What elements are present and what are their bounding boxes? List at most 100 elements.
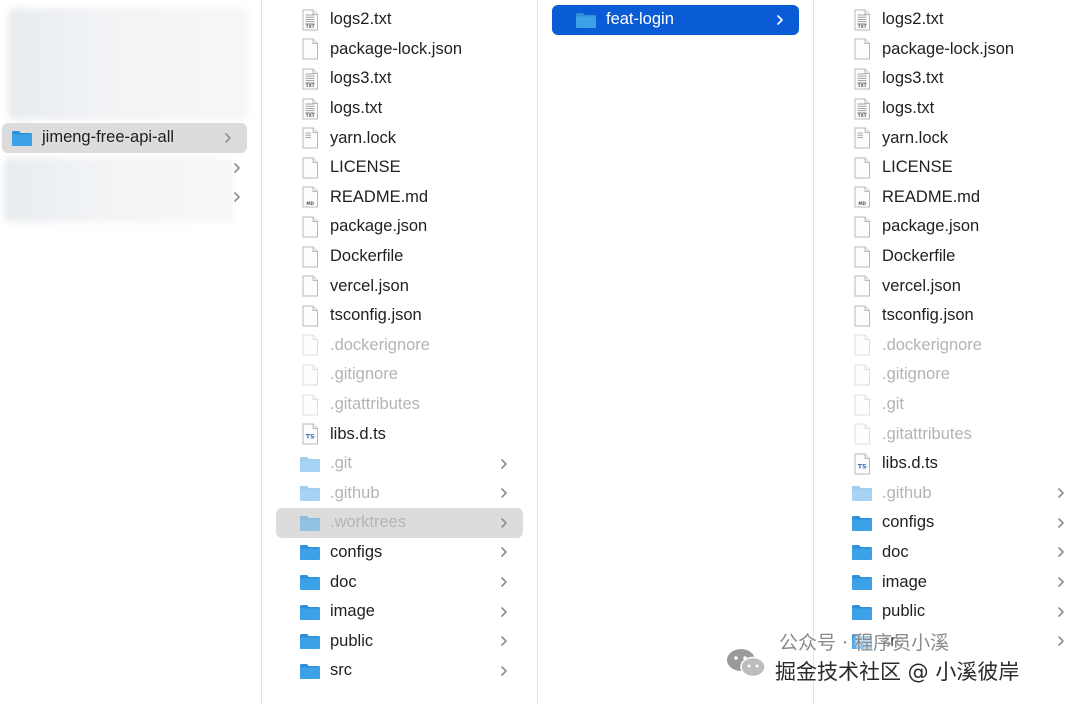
file-row[interactable]: TXT logs.txt bbox=[828, 94, 1080, 124]
file-row[interactable]: LICENSE bbox=[276, 153, 523, 183]
file-row[interactable]: TXT logs2.txt bbox=[828, 5, 1080, 35]
file-row[interactable]: package.json bbox=[276, 212, 523, 242]
folder-row[interactable]: doc bbox=[276, 567, 523, 597]
file-row[interactable]: .git bbox=[828, 390, 1080, 420]
chevron-right-icon[interactable] bbox=[499, 487, 509, 499]
folder-row[interactable]: public bbox=[828, 597, 1080, 627]
file-row[interactable]: .gitattributes bbox=[276, 390, 523, 420]
chevron-right-icon[interactable] bbox=[1056, 576, 1066, 588]
chevron-right-icon[interactable] bbox=[1056, 546, 1066, 558]
chevron-right-icon[interactable] bbox=[232, 162, 242, 174]
blank-file-icon bbox=[298, 156, 322, 180]
chevron-right-icon[interactable] bbox=[1056, 635, 1066, 647]
file-row[interactable]: yarn.lock bbox=[828, 123, 1080, 153]
file-row[interactable]: .gitattributes bbox=[828, 419, 1080, 449]
document-icon bbox=[298, 274, 322, 298]
item-name: image bbox=[882, 572, 927, 591]
item-name: tsconfig.json bbox=[330, 306, 422, 325]
chevron-right-icon[interactable] bbox=[499, 546, 509, 558]
item-name: vercel.json bbox=[882, 276, 961, 295]
item-name: .gitattributes bbox=[330, 395, 420, 414]
file-row[interactable]: .dockerignore bbox=[276, 331, 523, 361]
chevron-right-icon[interactable] bbox=[499, 606, 509, 618]
chevron-right-icon[interactable] bbox=[499, 576, 509, 588]
folder-icon bbox=[298, 540, 322, 564]
column-worktrees: feat-login bbox=[538, 0, 814, 704]
typescript-file-icon: TS bbox=[298, 422, 322, 446]
chevron-right-icon[interactable] bbox=[499, 517, 509, 529]
file-row[interactable]: LICENSE bbox=[828, 153, 1080, 183]
item-name: image bbox=[330, 602, 375, 621]
file-row[interactable]: .gitignore bbox=[276, 360, 523, 390]
folder-row[interactable]: image bbox=[276, 597, 523, 627]
watermark-line2: 掘金技术社区 @ 小溪彼岸 bbox=[775, 660, 1020, 684]
file-row[interactable]: vercel.json bbox=[276, 271, 523, 301]
folder-row[interactable]: feat-login bbox=[552, 5, 799, 35]
file-row[interactable]: package-lock.json bbox=[276, 35, 523, 65]
file-row[interactable]: .dockerignore bbox=[828, 331, 1080, 361]
file-row[interactable]: Dockerfile bbox=[276, 242, 523, 272]
blank-file-icon bbox=[298, 393, 322, 417]
file-row[interactable]: package-lock.json bbox=[828, 35, 1080, 65]
file-row[interactable]: TXT logs.txt bbox=[276, 94, 523, 124]
document-icon bbox=[298, 304, 322, 328]
file-row[interactable]: TXT logs2.txt bbox=[276, 5, 523, 35]
folder-row[interactable]: configs bbox=[276, 538, 523, 568]
chevron-right-icon[interactable] bbox=[1056, 606, 1066, 618]
file-row[interactable]: tsconfig.json bbox=[276, 301, 523, 331]
folder-icon bbox=[298, 570, 322, 594]
blank-file-icon bbox=[850, 333, 874, 357]
folder-row[interactable]: configs bbox=[828, 508, 1080, 538]
document-icon bbox=[850, 37, 874, 61]
chevron-right-icon[interactable] bbox=[499, 635, 509, 647]
markdown-file-icon: MD bbox=[850, 185, 874, 209]
file-row[interactable]: tsconfig.json bbox=[828, 301, 1080, 331]
file-row[interactable]: TXT logs3.txt bbox=[828, 64, 1080, 94]
file-row[interactable]: MD README.md bbox=[276, 183, 523, 213]
folder-row[interactable]: .git bbox=[276, 449, 523, 479]
watermark-line1: 公众号 · 程序员小溪 bbox=[779, 632, 950, 654]
folder-row[interactable]: public bbox=[276, 626, 523, 656]
blank-file-icon bbox=[298, 245, 322, 269]
chevron-right-icon[interactable] bbox=[1056, 517, 1066, 529]
blank-file-icon bbox=[850, 245, 874, 269]
item-name: package-lock.json bbox=[330, 39, 463, 58]
blank-file-icon bbox=[298, 363, 322, 387]
item-name: .dockerignore bbox=[882, 335, 982, 354]
folder-row[interactable]: .worktrees bbox=[276, 508, 523, 538]
file-row[interactable]: .gitignore bbox=[828, 360, 1080, 390]
folder-row[interactable]: jimeng-free-api-all bbox=[2, 123, 247, 153]
folder-row[interactable]: src bbox=[276, 656, 523, 686]
chevron-right-icon[interactable] bbox=[1056, 487, 1066, 499]
svg-text:TXT: TXT bbox=[858, 24, 867, 29]
markdown-file-icon: MD bbox=[298, 185, 322, 209]
svg-text:TS: TS bbox=[306, 433, 315, 441]
column-parent-folder: jimeng-free-api-all bbox=[0, 0, 262, 704]
folder-row[interactable]: image bbox=[828, 567, 1080, 597]
item-name: libs.d.ts bbox=[330, 424, 386, 443]
file-row[interactable]: TXT logs3.txt bbox=[276, 64, 523, 94]
file-row[interactable]: yarn.lock bbox=[276, 123, 523, 153]
item-name: logs.txt bbox=[330, 99, 383, 118]
folder-row[interactable]: .github bbox=[276, 479, 523, 509]
chevron-right-icon[interactable] bbox=[499, 665, 509, 677]
chevron-right-icon[interactable] bbox=[499, 458, 509, 470]
file-row[interactable]: TS libs.d.ts bbox=[276, 419, 523, 449]
blank-file-icon bbox=[298, 333, 322, 357]
file-row[interactable]: package.json bbox=[828, 212, 1080, 242]
blank-file-icon bbox=[850, 422, 874, 446]
item-name: public bbox=[882, 602, 926, 621]
folder-icon bbox=[850, 600, 874, 624]
folder-row[interactable]: .github bbox=[828, 479, 1080, 509]
folder-row[interactable]: doc bbox=[828, 538, 1080, 568]
item-name: doc bbox=[882, 542, 909, 561]
file-row[interactable]: TS libs.d.ts bbox=[828, 449, 1080, 479]
file-row[interactable]: Dockerfile bbox=[828, 242, 1080, 272]
file-row[interactable]: vercel.json bbox=[828, 271, 1080, 301]
chevron-right-icon[interactable] bbox=[775, 14, 785, 26]
file-row[interactable]: MD README.md bbox=[828, 183, 1080, 213]
chevron-right-icon[interactable] bbox=[232, 191, 242, 203]
column-feat-login: TXT logs2.txt package-lock.json TXT logs3.tx… bbox=[814, 0, 1080, 704]
chevron-right-icon[interactable] bbox=[223, 132, 233, 144]
folder-icon bbox=[298, 629, 322, 653]
